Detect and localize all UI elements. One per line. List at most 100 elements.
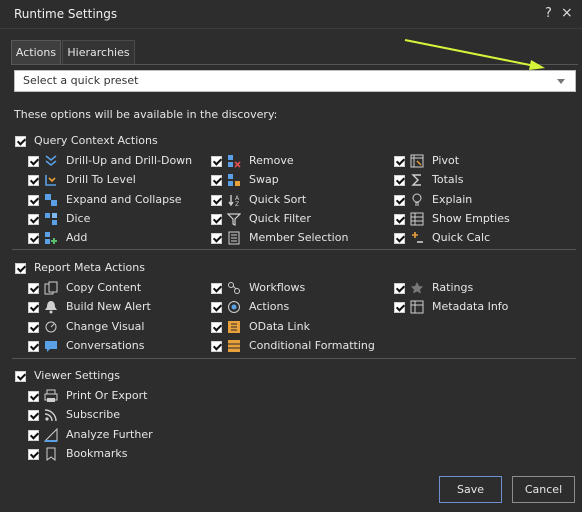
option-label: Dice	[66, 211, 91, 225]
analyze-icon	[44, 427, 58, 442]
option-checkbox[interactable]	[211, 283, 222, 294]
metadata-icon	[410, 300, 424, 314]
title-bar: Runtime Settings ? ×	[0, 0, 582, 29]
section-divider-0	[12, 249, 576, 250]
option-label: Workflows	[249, 281, 306, 294]
cancel-button[interactable]: Cancel	[512, 476, 575, 503]
option-checkbox[interactable]	[28, 340, 39, 352]
option-checkbox[interactable]	[28, 429, 39, 441]
expand-collapse-icon	[45, 193, 57, 206]
option-checkbox[interactable]	[211, 156, 222, 167]
conditional-formatting-icon	[228, 339, 240, 352]
option-checkbox[interactable]	[394, 283, 405, 294]
window-title: Runtime Settings	[14, 7, 118, 21]
group-checkbox-2[interactable]	[15, 371, 26, 382]
option-label: Member Selection	[249, 231, 349, 245]
option-checkbox[interactable]	[211, 233, 222, 245]
swap-icon	[228, 174, 240, 187]
bookmark-icon	[46, 447, 56, 461]
option-label: Pivot	[432, 154, 460, 167]
remove-icon	[228, 155, 241, 168]
group-label-1: Report Meta Actions	[34, 261, 145, 274]
option-checkbox[interactable]	[211, 302, 222, 314]
option-label: Conditional Formatting	[249, 338, 375, 352]
pivot-icon	[410, 154, 424, 168]
lightbulb-icon	[412, 193, 422, 206]
close-button[interactable]: ×	[561, 5, 573, 21]
drill-up-down-icon	[45, 155, 57, 167]
show-empties-icon	[410, 212, 424, 226]
option-label: Drill To Level	[66, 173, 136, 187]
option-label: Subscribe	[66, 408, 121, 422]
option-label: Analyze Further	[66, 427, 153, 441]
sigma-icon	[411, 174, 421, 186]
alert-icon	[45, 301, 57, 314]
option-label: Remove	[249, 154, 294, 167]
option-checkbox[interactable]	[28, 194, 39, 206]
option-checkbox[interactable]	[211, 340, 222, 352]
option-checkbox[interactable]	[394, 213, 405, 225]
section-divider-1	[12, 358, 576, 359]
option-checkbox[interactable]	[211, 175, 222, 187]
option-label: Quick Sort	[249, 192, 307, 206]
svg-text:Z: Z	[235, 201, 239, 207]
option-label: Metadata Info	[432, 300, 509, 314]
quick-preset-placeholder: Select a quick preset	[23, 74, 139, 87]
filter-icon	[227, 213, 241, 226]
quick-preset-select[interactable]: Select a quick preset	[14, 70, 576, 92]
option-label: Drill-Up and Drill-Down	[66, 154, 193, 167]
option-checkbox[interactable]	[394, 194, 405, 206]
option-checkbox[interactable]	[28, 156, 39, 167]
member-selection-icon	[228, 231, 240, 245]
save-button[interactable]: Save	[439, 476, 502, 503]
option-checkbox[interactable]	[394, 233, 405, 245]
option-label: Show Empties	[432, 211, 510, 225]
tab-hierarchies[interactable]: Hierarchies	[62, 40, 135, 64]
odata-icon	[228, 320, 240, 333]
tab-divider	[11, 64, 578, 65]
quick-calc-icon	[412, 232, 423, 243]
option-checkbox[interactable]	[394, 302, 405, 314]
group-label-0: Query Context Actions	[34, 134, 158, 147]
option-label: Bookmarks	[66, 446, 128, 460]
add-icon	[45, 232, 57, 245]
actions-icon	[228, 301, 240, 314]
sort-icon: AZ	[228, 194, 240, 207]
group-label-2: Viewer Settings	[34, 369, 121, 382]
option-checkbox[interactable]	[211, 213, 222, 225]
option-checkbox[interactable]	[28, 283, 39, 294]
dice-icon	[45, 212, 57, 225]
star-icon	[411, 282, 423, 294]
chevron-down-icon[interactable]	[557, 79, 565, 84]
option-label: Build New Alert	[66, 300, 151, 314]
option-checkbox[interactable]	[28, 410, 39, 422]
option-checkbox[interactable]	[28, 175, 39, 187]
rss-icon	[44, 409, 57, 422]
option-label: OData Link	[249, 319, 310, 333]
option-label: Expand and Collapse	[66, 192, 182, 206]
copy-icon	[44, 281, 58, 295]
discovery-note: These options will be available in the d…	[14, 108, 278, 121]
help-button[interactable]: ?	[545, 6, 552, 21]
option-checkbox[interactable]	[28, 233, 39, 245]
group-checkbox-1[interactable]	[15, 263, 26, 274]
group-checkbox-0[interactable]	[15, 136, 26, 147]
option-label: Conversations	[66, 338, 145, 352]
tab-actions[interactable]: Actions	[11, 40, 61, 64]
option-label: Ratings	[432, 281, 474, 294]
option-checkbox[interactable]	[28, 213, 39, 225]
option-checkbox[interactable]	[394, 175, 405, 187]
option-checkbox[interactable]	[28, 391, 39, 402]
workflows-icon	[228, 282, 240, 294]
option-label: Swap	[249, 173, 279, 187]
print-icon	[44, 389, 58, 402]
option-label: Explain	[432, 192, 473, 206]
option-checkbox[interactable]	[28, 321, 39, 333]
option-label: Copy Content	[66, 281, 142, 294]
option-checkbox[interactable]	[28, 302, 39, 314]
option-label: Add	[66, 231, 88, 245]
option-checkbox[interactable]	[211, 321, 222, 333]
option-checkbox[interactable]	[28, 448, 39, 460]
option-checkbox[interactable]	[211, 194, 222, 206]
option-checkbox[interactable]	[394, 156, 405, 167]
